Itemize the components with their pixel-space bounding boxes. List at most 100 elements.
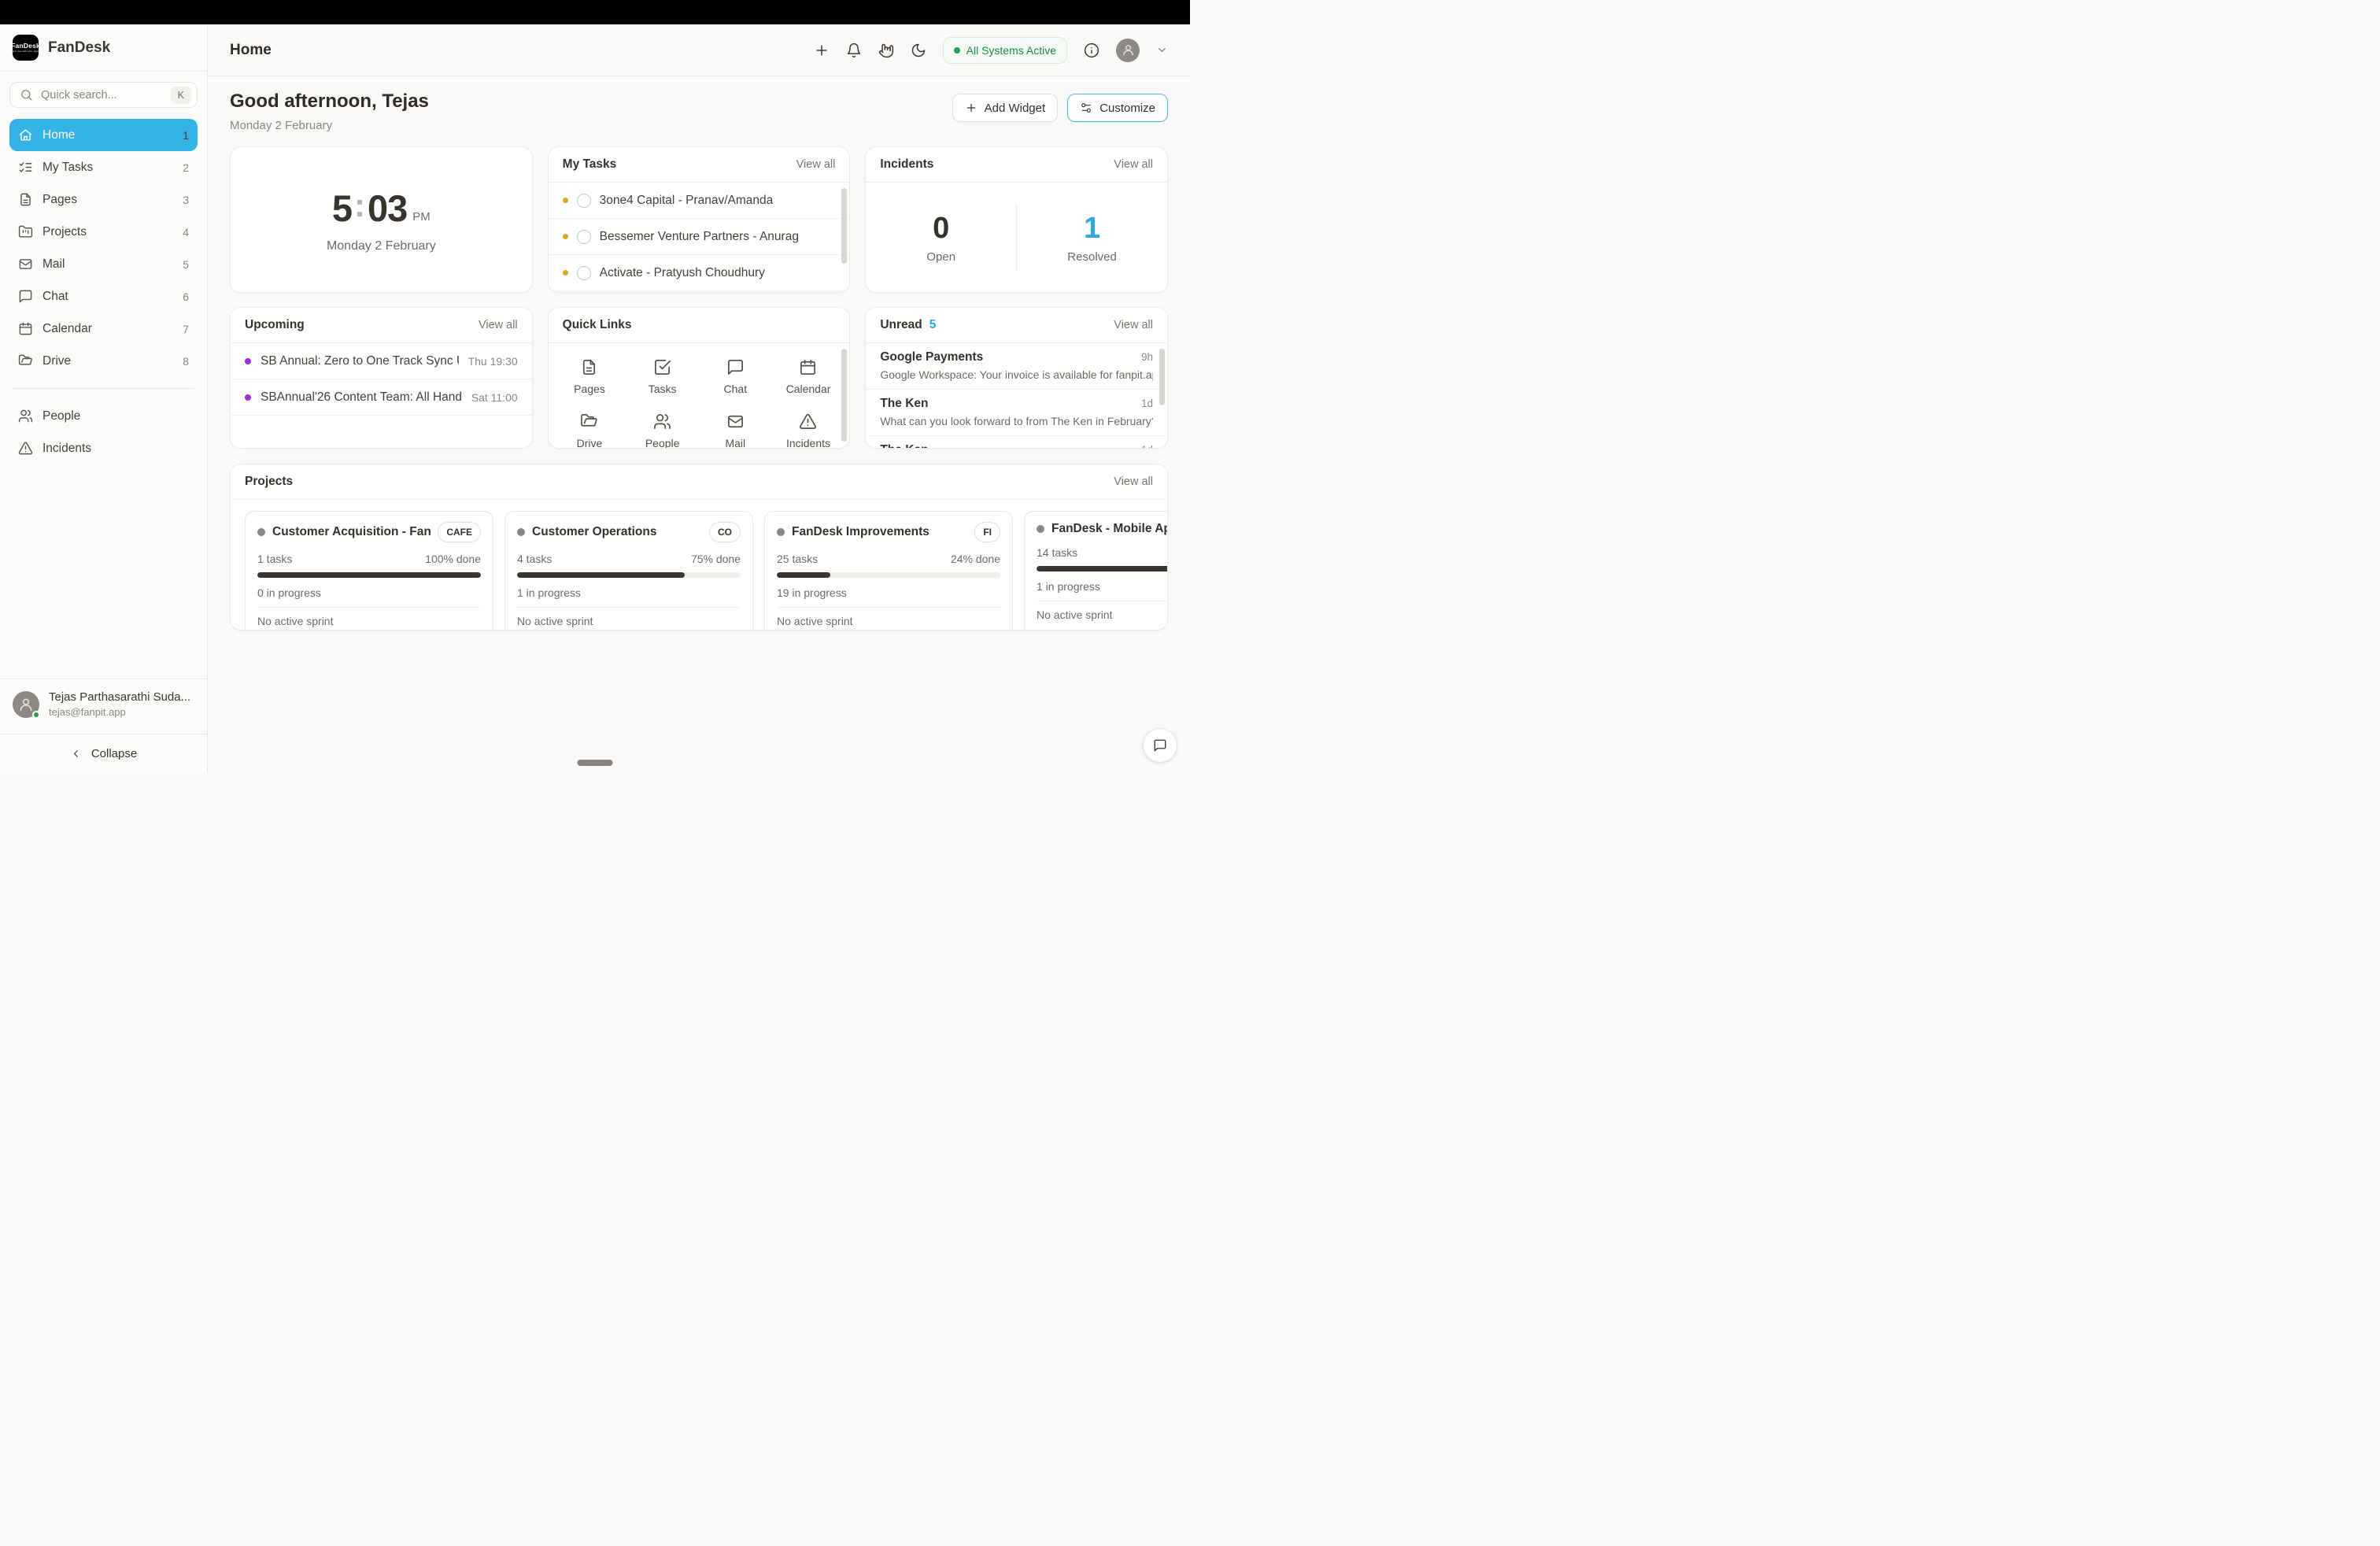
- online-status-dot: [32, 711, 40, 719]
- app-window: FanDesk fall in love with work, again! F…: [0, 24, 1190, 773]
- customize-label: Customize: [1099, 102, 1155, 115]
- view-all-link[interactable]: View all: [479, 319, 518, 331]
- message-row[interactable]: The Ken 1d: [866, 436, 1167, 449]
- event-row[interactable]: SB Annual: Zero to One Track Sync Up Thu…: [231, 343, 532, 379]
- sidebar-item-chat[interactable]: Chat 6: [9, 280, 198, 313]
- user-name: Tejas Parthasarathi Suda...: [49, 690, 190, 704]
- task-row[interactable]: Activate - Pratyush Choudhury: [549, 255, 850, 291]
- search-shortcut-key: K: [171, 87, 191, 104]
- plus-icon: [814, 43, 830, 58]
- progress-bar: [517, 572, 741, 578]
- quick-link-incidents[interactable]: Incidents: [772, 404, 845, 449]
- task-checkbox[interactable]: [577, 194, 591, 208]
- sidebar-item-calendar[interactable]: Calendar 7: [9, 313, 198, 345]
- view-all-link[interactable]: View all: [1114, 475, 1153, 488]
- view-all-link[interactable]: View all: [796, 158, 836, 171]
- sidebar-item-my-tasks[interactable]: My Tasks 2: [9, 151, 198, 183]
- sidebar-item-drive[interactable]: Drive 8: [9, 345, 198, 377]
- page-title: Home: [230, 42, 272, 59]
- add-widget-label: Add Widget: [985, 102, 1046, 115]
- sidebar-item-count: 6: [183, 290, 189, 303]
- quick-link-tasks[interactable]: Tasks: [626, 350, 699, 404]
- resolved-count: 1: [1084, 212, 1100, 246]
- quick-search-input[interactable]: Quick search... K: [9, 82, 198, 108]
- unread-scrollbar[interactable]: [1159, 349, 1165, 405]
- clock-hour: 5: [332, 187, 352, 230]
- task-row[interactable]: 3one4 Capital - Pranav/Amanda: [549, 183, 850, 219]
- project-sprint: No active sprint: [777, 615, 1000, 627]
- user-email: tejas@fanpit.app: [49, 706, 190, 718]
- sidebar-item-label: Incidents: [42, 442, 91, 456]
- quick-link-chat[interactable]: Chat: [699, 350, 772, 404]
- sidebar-item-count: 2: [183, 161, 189, 174]
- view-all-link[interactable]: View all: [1114, 319, 1153, 331]
- quick-link-calendar[interactable]: Calendar: [772, 350, 845, 404]
- message-row[interactable]: Google Payments 9h Google Workspace: You…: [866, 343, 1167, 390]
- account-avatar[interactable]: [1116, 39, 1140, 62]
- quick-links-grid: Pages Tasks Chat Calendar: [549, 343, 850, 449]
- home-icon: [18, 128, 33, 142]
- green-status-dot: [954, 47, 960, 54]
- project-card[interactable]: FanDesk Improvements FI 25 tasks 24% don…: [764, 511, 1013, 631]
- sidebar-item-count: 8: [183, 355, 189, 368]
- sidebar-item-projects[interactable]: Projects 4: [9, 216, 198, 248]
- chat-bubble-icon: [726, 358, 745, 376]
- progress-bar: [257, 572, 481, 578]
- user-profile[interactable]: Tejas Parthasarathi Suda... tejas@fanpit…: [0, 679, 207, 734]
- resolved-label: Resolved: [1067, 250, 1117, 264]
- sidebar-item-home[interactable]: Home 1: [9, 119, 198, 151]
- task-row[interactable]: BoldCap - Sathya N.S: [549, 291, 850, 293]
- sidebar-item-mail[interactable]: Mail 5: [9, 248, 198, 280]
- feedback-chat-button[interactable]: [1144, 729, 1177, 762]
- info-icon: [1084, 43, 1099, 58]
- view-all-link[interactable]: View all: [1114, 158, 1153, 171]
- fandesk-logo: FanDesk fall in love with work, again!: [13, 35, 39, 61]
- sidebar-item-pages[interactable]: Pages 3: [9, 183, 198, 216]
- sidebar-item-incidents[interactable]: Incidents: [9, 432, 198, 464]
- card-divider: [257, 607, 481, 608]
- sidebar-item-people[interactable]: People: [9, 400, 198, 432]
- file-text-icon: [580, 358, 598, 376]
- project-key-badge: FI: [974, 522, 1000, 542]
- message-sender: Google Payments: [880, 350, 983, 364]
- collapse-button[interactable]: Collapse: [0, 734, 207, 773]
- quick-links-widget: Quick Links Pages Tasks Ch: [548, 307, 851, 449]
- chevron-down-icon[interactable]: [1156, 44, 1168, 56]
- tasks-scrollbar[interactable]: [841, 188, 847, 264]
- whats-new-button[interactable]: [878, 43, 894, 58]
- progress-fill: [777, 572, 830, 578]
- event-row[interactable]: SBAnnual'26 Content Team: All Hands... S…: [231, 379, 532, 416]
- event-title: SB Annual: Zero to One Track Sync Up: [261, 354, 459, 368]
- quick-link-drive[interactable]: Drive: [553, 404, 626, 449]
- project-card[interactable]: Customer Acquisition - Fanp... CAFE 1 ta…: [245, 511, 493, 631]
- widget-title: Unread: [880, 318, 922, 332]
- customize-button[interactable]: Customize: [1067, 94, 1168, 122]
- task-label: 3one4 Capital - Pranav/Amanda: [600, 194, 774, 208]
- add-button[interactable]: [814, 43, 830, 58]
- users-icon: [653, 412, 671, 431]
- message-row[interactable]: The Ken 1d What can you look forward to …: [866, 390, 1167, 436]
- project-card[interactable]: FanDesk - Mobile App 14 tasks 1 in progr…: [1024, 511, 1167, 631]
- dark-mode-toggle[interactable]: [911, 43, 926, 58]
- notifications-button[interactable]: [846, 43, 862, 58]
- quick-link-label: Drive: [577, 437, 603, 449]
- projects-widget: Projects View all Customer Acquisition -…: [230, 464, 1168, 631]
- sidebar: FanDesk fall in love with work, again! F…: [0, 24, 208, 773]
- incidents-stats: 0 Open 1 Resolved: [866, 183, 1167, 292]
- info-button[interactable]: [1084, 43, 1099, 58]
- widget-title: Projects: [245, 475, 293, 489]
- quick-links-scrollbar[interactable]: [841, 349, 847, 442]
- quick-link-label: Incidents: [786, 437, 830, 449]
- my-tasks-widget: My Tasks View all 3one4 Capital - Pranav…: [548, 146, 851, 293]
- quick-link-mail[interactable]: Mail: [699, 404, 772, 449]
- quick-link-people[interactable]: People: [626, 404, 699, 449]
- search-placeholder: Quick search...: [41, 89, 163, 102]
- task-checkbox[interactable]: [577, 266, 591, 280]
- quick-link-pages[interactable]: Pages: [553, 350, 626, 404]
- system-status-badge[interactable]: All Systems Active: [943, 37, 1067, 64]
- task-checkbox[interactable]: [577, 230, 591, 244]
- bottom-drawer-handle[interactable]: [578, 760, 613, 766]
- project-card[interactable]: Customer Operations CO 4 tasks 75% done …: [504, 511, 753, 631]
- task-row[interactable]: Bessemer Venture Partners - Anurag: [549, 219, 850, 255]
- add-widget-button[interactable]: Add Widget: [952, 94, 1059, 122]
